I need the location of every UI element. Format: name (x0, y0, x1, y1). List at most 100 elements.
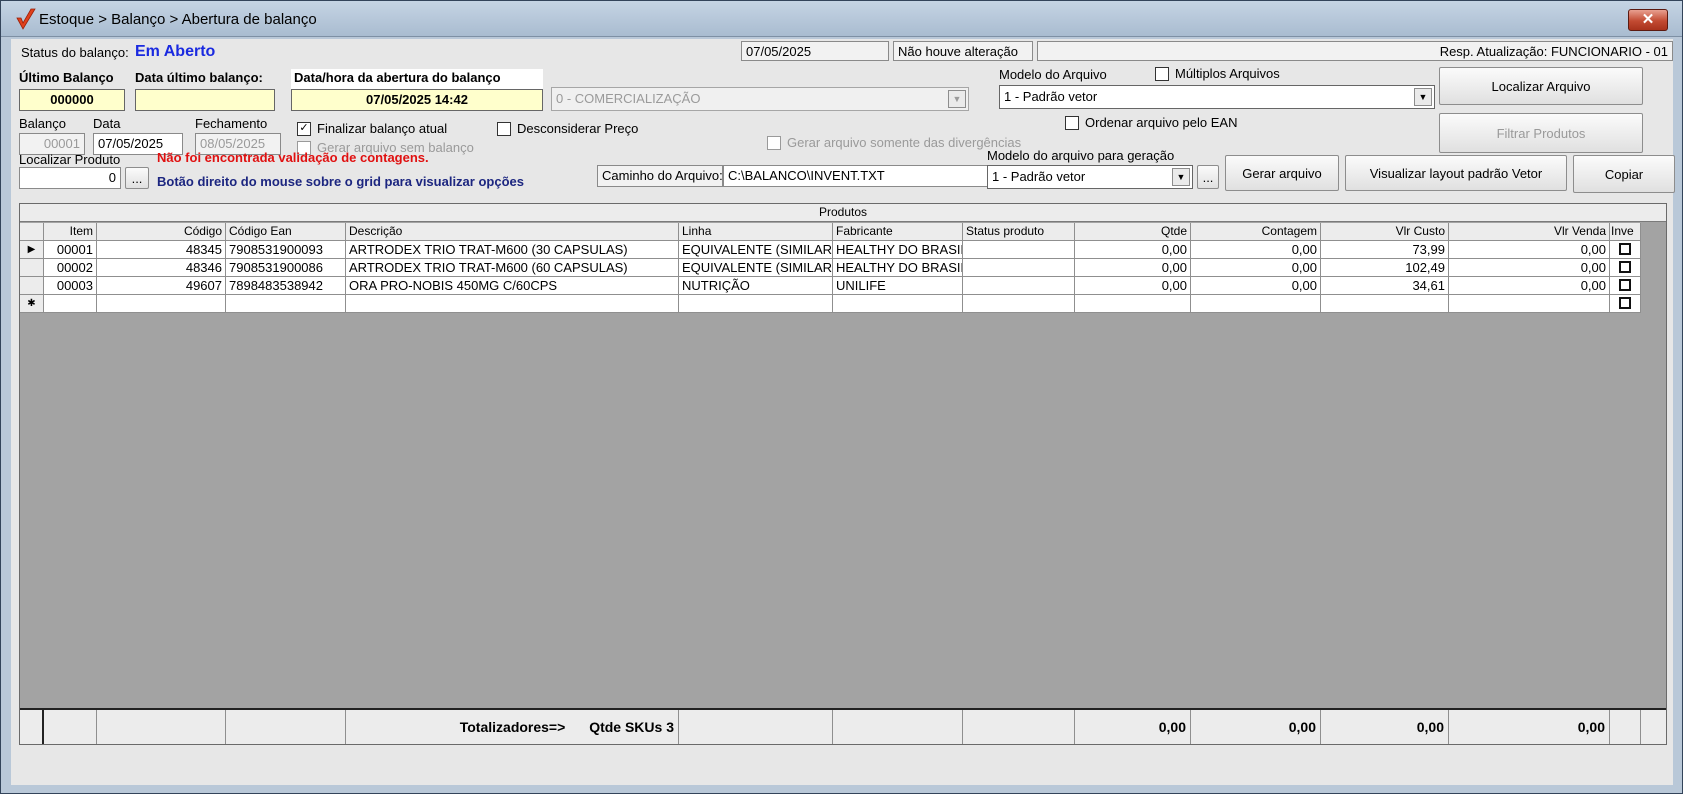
col-codigo[interactable]: Código (97, 223, 226, 241)
cell-item[interactable]: 00002 (44, 259, 97, 277)
cell-vlr-custo[interactable]: 102,49 (1321, 259, 1449, 277)
cell-inve[interactable] (1610, 259, 1641, 277)
col-item[interactable]: Item (44, 223, 97, 241)
title-bar[interactable]: Estoque > Balanço > Abertura de balanço … (1, 1, 1682, 37)
localizar-produto-input[interactable]: 0 (19, 167, 121, 189)
cell-contagem[interactable]: 0,00 (1191, 241, 1321, 259)
col-vlr-custo[interactable]: Vlr Custo (1321, 223, 1449, 241)
form-body: Status do balanço: Em Aberto 07/05/2025 … (11, 39, 1675, 785)
totals-custo: 0,00 (1321, 710, 1449, 744)
table-row[interactable]: 00003 49607 7898483538942 ORA PRO-NOBIS … (20, 277, 1641, 295)
cell-vlr-venda[interactable]: 0,00 (1449, 259, 1610, 277)
cell-codigo[interactable]: 48346 (97, 259, 226, 277)
col-vlr-venda[interactable]: Vlr Venda (1449, 223, 1610, 241)
cell-descricao[interactable]: ARTRODEX TRIO TRAT-M600 (30 CAPSULAS) (346, 241, 679, 259)
cell-vlr-venda[interactable]: 0,00 (1449, 277, 1610, 295)
cell-vlr-custo[interactable] (1321, 295, 1449, 313)
new-row[interactable]: ✱ (20, 295, 1641, 313)
cell-linha[interactable]: EQUIVALENTE (SIMILAR (679, 241, 833, 259)
cell-inve[interactable] (1610, 277, 1641, 295)
produtos-grid[interactable]: Produtos Item Código Código Ean Descriçã… (19, 203, 1667, 745)
comercializacao-select[interactable]: 0 - COMERCIALIZAÇÃO ▼ (551, 87, 969, 111)
localizar-arquivo-button[interactable]: Localizar Arquivo (1439, 67, 1643, 105)
cell-item[interactable]: 00003 (44, 277, 97, 295)
cell-qtde[interactable]: 0,00 (1075, 241, 1191, 259)
cell-contagem[interactable]: 0,00 (1191, 259, 1321, 277)
col-contagem[interactable]: Contagem (1191, 223, 1321, 241)
checkbox-icon (1155, 66, 1169, 81)
cell-descricao[interactable]: ORA PRO-NOBIS 450MG C/60CPS (346, 277, 679, 295)
localizar-produto-label: Localizar Produto (19, 152, 121, 167)
col-linha[interactable]: Linha (679, 223, 833, 241)
cell-vlr-custo[interactable]: 73,99 (1321, 241, 1449, 259)
cell-ean[interactable]: 7908531900086 (226, 259, 346, 277)
cell-item[interactable]: 00001 (44, 241, 97, 259)
col-status[interactable]: Status produto (963, 223, 1075, 241)
table-row[interactable]: 00002 48346 7908531900086 ARTRODEX TRIO … (20, 259, 1641, 277)
cell-inve[interactable] (1610, 241, 1641, 259)
somente-divergencias-checkbox[interactable]: Gerar arquivo somente das divergências (767, 135, 1021, 150)
cell-contagem[interactable] (1191, 295, 1321, 313)
checkbox-icon[interactable] (1619, 279, 1631, 291)
cell-ean[interactable]: 7898483538942 (226, 277, 346, 295)
ordenar-ean-checkbox[interactable]: Ordenar arquivo pelo EAN (1065, 115, 1237, 130)
cell-vlr-custo[interactable]: 34,61 (1321, 277, 1449, 295)
main-window: Estoque > Balanço > Abertura de balanço … (0, 0, 1683, 794)
table-row[interactable]: ▶ 00001 48345 7908531900093 ARTRODEX TRI… (20, 241, 1641, 259)
cell-qtde[interactable]: 0,00 (1075, 259, 1191, 277)
cell-inve[interactable] (1610, 295, 1641, 313)
cell-descricao[interactable]: ARTRODEX TRIO TRAT-M600 (60 CAPSULAS) (346, 259, 679, 277)
cell-contagem[interactable]: 0,00 (1191, 277, 1321, 295)
cell-vlr-venda[interactable]: 0,00 (1449, 241, 1610, 259)
checkbox-icon[interactable] (1619, 243, 1631, 255)
finalizar-checkbox[interactable]: ✓ Finalizar balanço atual (297, 121, 447, 136)
ordenar-ean-label: Ordenar arquivo pelo EAN (1085, 115, 1238, 130)
caminho-input[interactable]: C:\BALANCO\INVENT.TXT (723, 165, 991, 187)
cell-item[interactable] (44, 295, 97, 313)
close-button[interactable]: ✕ (1628, 9, 1668, 31)
cell-linha[interactable] (679, 295, 833, 313)
modelo-arquivo-select[interactable]: 1 - Padrão vetor ▼ (999, 85, 1435, 109)
cell-vlr-venda[interactable] (1449, 295, 1610, 313)
desconsiderar-checkbox[interactable]: Desconsiderar Preço (497, 121, 638, 136)
cell-qtde[interactable] (1075, 295, 1191, 313)
checkbox-icon[interactable] (1619, 297, 1631, 309)
col-fabricante[interactable]: Fabricante (833, 223, 963, 241)
cell-fabricante[interactable]: HEALTHY DO BRASIL (833, 259, 963, 277)
cell-qtde[interactable]: 0,00 (1075, 277, 1191, 295)
cell-codigo[interactable]: 49607 (97, 277, 226, 295)
gerar-arquivo-button[interactable]: Gerar arquivo (1225, 155, 1339, 191)
cell-ean[interactable] (226, 295, 346, 313)
grid-header-row: Item Código Código Ean Descrição Linha F… (20, 223, 1641, 241)
checkbox-icon[interactable] (1619, 261, 1631, 273)
cell-status[interactable] (963, 295, 1075, 313)
cell-fabricante[interactable]: UNILIFE (833, 277, 963, 295)
col-qtde[interactable]: Qtde (1075, 223, 1191, 241)
cell-status[interactable] (963, 277, 1075, 295)
somente-divergencias-label: Gerar arquivo somente das divergências (787, 135, 1022, 150)
col-inve[interactable]: Inve (1610, 223, 1641, 241)
cell-status[interactable] (963, 259, 1075, 277)
row-pointer-icon: ▶ (20, 241, 44, 259)
cell-ean[interactable]: 7908531900093 (226, 241, 346, 259)
cell-fabricante[interactable]: HEALTHY DO BRASIL (833, 241, 963, 259)
copiar-button[interactable]: Copiar (1573, 155, 1675, 193)
multiplos-checkbox[interactable]: Múltiplos Arquivos (1155, 66, 1280, 81)
filtrar-produtos-button[interactable]: Filtrar Produtos (1439, 113, 1643, 153)
cell-linha[interactable]: NUTRIÇÃO (679, 277, 833, 295)
cell-status[interactable] (963, 241, 1075, 259)
cell-codigo[interactable]: 48345 (97, 241, 226, 259)
modelo-geracao-select[interactable]: 1 - Padrão vetor ▼ (987, 165, 1193, 189)
visualizar-layout-button[interactable]: Visualizar layout padrão Vetor (1345, 155, 1567, 191)
comercializacao-value: 0 - COMERCIALIZAÇÃO (556, 91, 701, 106)
cell-fabricante[interactable] (833, 295, 963, 313)
cell-descricao[interactable] (346, 295, 679, 313)
totals-skus: Qtde SKUs 3 (589, 719, 674, 735)
cell-codigo[interactable] (97, 295, 226, 313)
col-descricao[interactable]: Descrição (346, 223, 679, 241)
cell-linha[interactable]: EQUIVALENTE (SIMILAR (679, 259, 833, 277)
col-ean[interactable]: Código Ean (226, 223, 346, 241)
localizar-produto-button[interactable]: ... (125, 167, 149, 189)
modelo-geracao-label: Modelo do arquivo para geração (987, 148, 1175, 163)
modelo-geracao-browse-button[interactable]: ... (1197, 165, 1219, 189)
